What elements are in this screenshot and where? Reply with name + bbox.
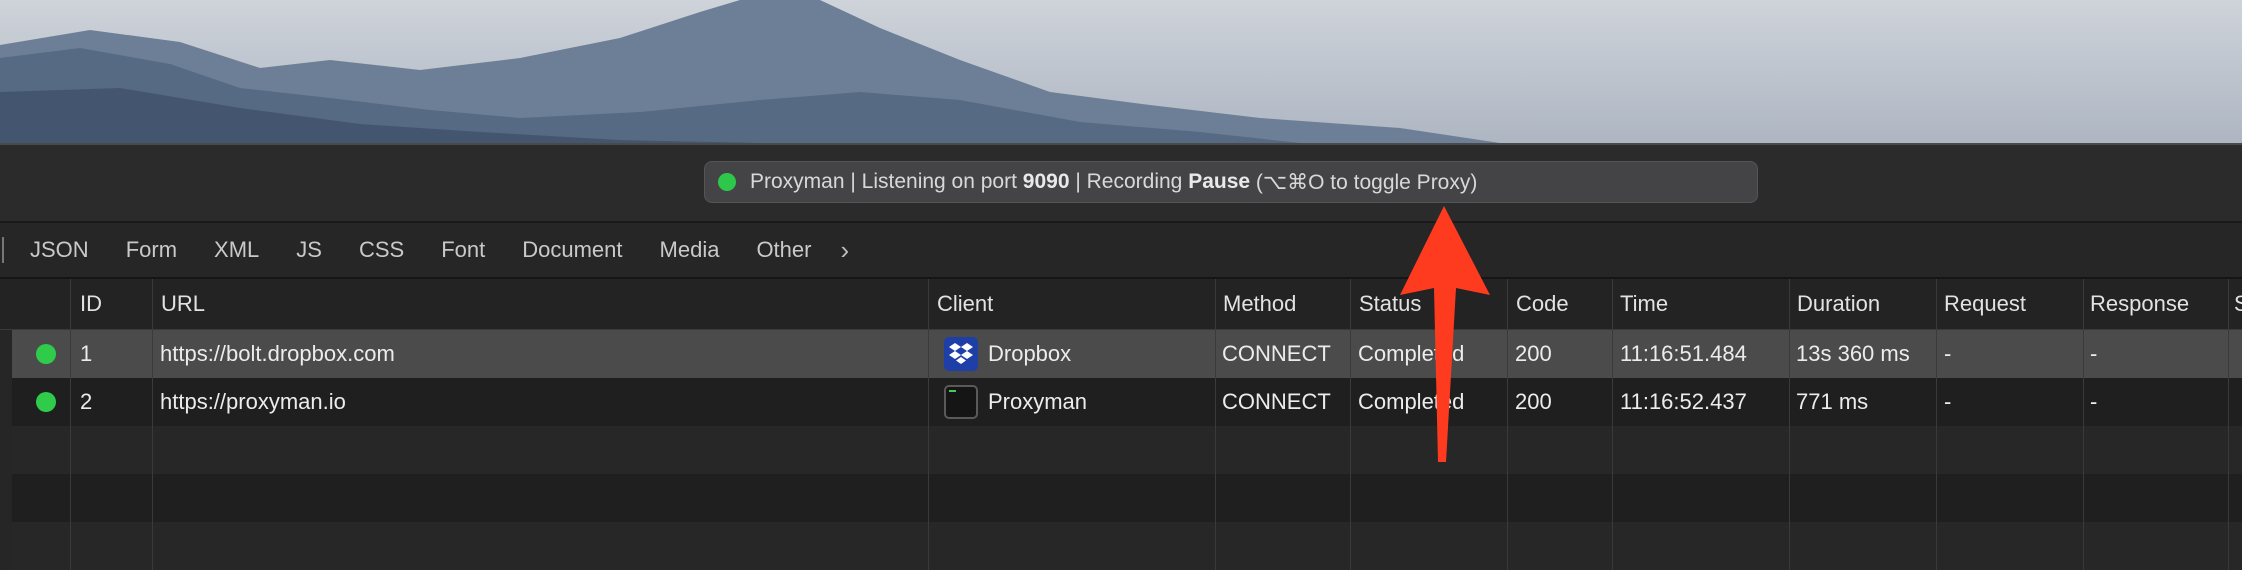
cell-response: - [2090, 341, 2098, 366]
filter-other[interactable]: Other [756, 237, 811, 263]
cell-id: 1 [80, 341, 93, 366]
cell-url: https://proxyman.io [160, 389, 346, 414]
cell-duration: 13s 360 ms [1796, 341, 1910, 366]
table-row[interactable]: 1 https://bolt.dropbox.com Dropbox CONNE… [12, 330, 2242, 378]
listening-status-dot [718, 173, 736, 191]
request-table: ID URL Client Method Status Code Time Du… [0, 279, 2242, 570]
filter-form[interactable]: Form [126, 237, 177, 263]
filter-css[interactable]: CSS [359, 237, 404, 263]
column-separator [928, 279, 929, 570]
cell-request: - [1944, 341, 1952, 366]
status-middle: | Recording [1075, 170, 1183, 193]
content-filter-bar: JSON Form XML JS CSS Font Document Media… [0, 223, 2242, 279]
column-header-id[interactable]: ID [80, 279, 102, 329]
title-bar: Proxyman | Listening on port 9090 | Reco… [0, 145, 2242, 223]
column-separator [2083, 279, 2084, 570]
column-separator [1936, 279, 1937, 570]
status-mode: Pause [1188, 170, 1251, 193]
filter-json[interactable]: JSON [30, 237, 89, 263]
row-status-dot [36, 344, 56, 364]
mountain-landscape [0, 0, 1500, 143]
cell-method: CONNECT [1222, 341, 1331, 366]
cell-client: Proxyman [988, 389, 1088, 414]
cell-time: 11:16:52.437 [1620, 389, 1747, 414]
cell-code: 200 [1515, 341, 1552, 366]
empty-row [12, 522, 2242, 570]
column-separator [1612, 279, 1613, 570]
column-header-method[interactable]: Method [1223, 279, 1296, 329]
column-header-url[interactable]: URL [161, 279, 205, 329]
empty-row [12, 474, 2242, 522]
filter-js[interactable]: JS [296, 237, 322, 263]
status-port: 9090 [1022, 170, 1070, 193]
column-header-duration[interactable]: Duration [1797, 279, 1880, 329]
cell-response: - [2090, 389, 2098, 414]
cell-client: Dropbox [988, 341, 1072, 366]
chevron-right-icon[interactable]: › [840, 235, 849, 266]
column-separator [1350, 279, 1351, 570]
cell-request: - [1944, 389, 1952, 414]
row-status-dot [36, 392, 56, 412]
dropbox-icon [944, 337, 978, 371]
column-separator [2228, 279, 2229, 570]
column-header-request[interactable]: Request [1944, 279, 2026, 329]
cell-id: 2 [80, 389, 93, 414]
annotation-arrow-icon [1400, 206, 1490, 462]
desktop-wallpaper [0, 0, 2242, 143]
column-separator [70, 279, 71, 570]
column-header-time[interactable]: Time [1620, 279, 1668, 329]
column-separator [1789, 279, 1790, 570]
column-header-s[interactable]: S [2234, 279, 2242, 329]
filter-document[interactable]: Document [522, 237, 622, 263]
cell-url: https://bolt.dropbox.com [160, 341, 395, 366]
status-suffix: (⌥⌘O to toggle Proxy) [1255, 170, 1478, 194]
cell-code: 200 [1515, 389, 1552, 414]
column-header-response[interactable]: Response [2090, 279, 2189, 329]
filter-divider [2, 237, 4, 263]
cell-method: CONNECT [1222, 389, 1331, 414]
filter-media[interactable]: Media [660, 237, 720, 263]
proxy-status-pill[interactable]: Proxyman | Listening on port 9090 | Reco… [704, 161, 1758, 203]
column-separator [152, 279, 153, 570]
column-separator [1215, 279, 1216, 570]
table-header: ID URL Client Method Status Code Time Du… [0, 279, 2242, 330]
table-row[interactable]: 2 https://proxyman.io Proxyman CONNECT C… [12, 378, 2242, 426]
column-header-client[interactable]: Client [937, 279, 993, 329]
cell-time: 11:16:51.484 [1620, 341, 1747, 366]
filter-font[interactable]: Font [441, 237, 485, 263]
cell-duration: 771 ms [1796, 389, 1869, 414]
empty-row [12, 426, 2242, 474]
filter-xml[interactable]: XML [214, 237, 259, 263]
column-header-code[interactable]: Code [1516, 279, 1569, 329]
terminal-app-icon [944, 385, 978, 419]
status-prefix: Proxyman | Listening on port [750, 170, 1017, 193]
